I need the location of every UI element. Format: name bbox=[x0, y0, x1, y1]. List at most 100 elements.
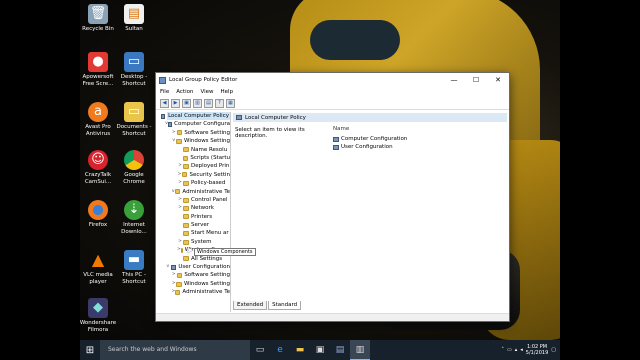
window-title: Local Group Policy Editor bbox=[169, 77, 238, 83]
tree-node[interactable]: Printers bbox=[159, 213, 230, 221]
volume-icon[interactable]: ◂ bbox=[520, 347, 523, 353]
details-list: Name Computer Configuration User Configu… bbox=[333, 126, 407, 151]
folder-icon bbox=[183, 231, 189, 237]
desktop-icon-this-pc[interactable]: ▬ This PC - Shortcut bbox=[114, 250, 154, 285]
tree-node[interactable]: > Policy-based bbox=[159, 179, 230, 187]
tree-node-label: Network bbox=[191, 205, 214, 212]
desktop-icon-apowersoft[interactable]: ● Apowersoft Free Scre... bbox=[78, 52, 118, 87]
app-icon[interactable]: ▤ bbox=[330, 340, 350, 360]
clock[interactable]: 1:02 PM 5/1/2019 bbox=[526, 344, 548, 356]
tab-extended[interactable]: Extended bbox=[233, 301, 268, 310]
network-icon[interactable]: ▴ bbox=[515, 347, 518, 353]
tree-node-label: Security Settin bbox=[189, 171, 230, 178]
file-explorer-icon[interactable]: ▬ bbox=[290, 340, 310, 360]
tree-node[interactable]: > System bbox=[159, 238, 230, 246]
show-hide-tree-icon[interactable]: ▥ bbox=[193, 98, 202, 108]
menu-action[interactable]: Action bbox=[176, 89, 193, 95]
view-tabs: Extended Standard bbox=[233, 301, 302, 310]
computer-icon bbox=[333, 136, 339, 142]
notifications-icon[interactable]: ▢ bbox=[551, 347, 556, 353]
minimize-button[interactable]: — bbox=[443, 73, 465, 87]
tree-node[interactable]: > Control Panel bbox=[159, 196, 230, 204]
desktop-icon-idm[interactable]: ⇣ Internet Downlo... bbox=[114, 200, 154, 235]
battery-icon[interactable]: ▭ bbox=[507, 347, 512, 353]
start-button[interactable]: ⊞ bbox=[80, 345, 100, 356]
folder-icon bbox=[180, 247, 183, 253]
desktop-icon-crazytalk[interactable]: ☺ CrazyTalk CamSui... bbox=[78, 150, 118, 185]
folder-icon bbox=[175, 289, 181, 295]
tree-node[interactable]: > Software Setting bbox=[159, 271, 230, 279]
close-button[interactable]: ✕ bbox=[487, 73, 509, 87]
forward-icon[interactable]: ▶ bbox=[171, 98, 180, 108]
desktop-icon-label: CrazyTalk CamSui... bbox=[84, 172, 112, 185]
menu-file[interactable]: File bbox=[160, 89, 169, 95]
tree-node-label: Deployed Prin bbox=[191, 163, 230, 170]
edge-icon[interactable]: e bbox=[270, 340, 290, 360]
tree-node[interactable]: Scripts (Startu bbox=[159, 154, 230, 162]
tree-node[interactable]: Server bbox=[159, 221, 230, 229]
tree-node-label: Server bbox=[191, 222, 210, 229]
store-icon[interactable]: ▣ bbox=[310, 340, 330, 360]
idm-icon: ⇣ bbox=[124, 200, 144, 220]
desktop-icon-vlc[interactable]: ▲ VLC media player bbox=[78, 250, 118, 285]
desktop-icon-desktop-shortcut[interactable]: ▭ Desktop - Shortcut bbox=[114, 52, 154, 87]
vlc-icon: ▲ bbox=[91, 250, 105, 269]
app-icon bbox=[159, 76, 166, 84]
tree-node[interactable]: > Software Setting bbox=[159, 129, 230, 137]
desktop-icon-label: Desktop - Shortcut bbox=[120, 74, 148, 87]
export-list-icon[interactable]: ▤ bbox=[204, 98, 213, 108]
mouse-cursor-icon: ➤ bbox=[186, 246, 194, 256]
desktop-icon-avast[interactable]: a Avast Pro Antivirus bbox=[78, 102, 118, 137]
computer-icon: ▬ bbox=[124, 250, 144, 270]
tree-node-label: Policy-based bbox=[191, 180, 226, 187]
tree-node[interactable]: v User Configuration bbox=[159, 263, 230, 271]
tab-standard[interactable]: Standard bbox=[268, 301, 302, 310]
tree-node[interactable]: > Windows Setting bbox=[159, 280, 230, 288]
list-item-label: Computer Configuration bbox=[341, 136, 408, 142]
tree-node-label: Computer Configura bbox=[174, 121, 230, 128]
tree-node-label: Printers bbox=[191, 213, 213, 220]
tree-node[interactable]: v Computer Configura bbox=[159, 120, 230, 128]
tree-node[interactable]: v Windows Setting bbox=[159, 137, 230, 145]
tree-node[interactable]: Local Computer Policy bbox=[159, 112, 230, 121]
chevron-right-icon[interactable]: > bbox=[171, 271, 177, 279]
list-item[interactable]: User Configuration bbox=[333, 143, 407, 151]
maximize-button[interactable]: ☐ bbox=[465, 73, 487, 87]
folder-icon bbox=[183, 197, 189, 203]
tree-node[interactable]: > Security Settin bbox=[159, 171, 230, 179]
tree-node[interactable]: > Network bbox=[159, 204, 230, 212]
back-icon[interactable]: ◀ bbox=[160, 98, 169, 108]
tree-node[interactable]: Name Resolu bbox=[159, 146, 230, 154]
menu-view[interactable]: View bbox=[200, 89, 213, 95]
folder-icon: ▭ bbox=[124, 52, 144, 72]
desktop-icon-recycle-bin[interactable]: 🗑 Recycle Bin bbox=[78, 4, 118, 33]
up-folder-icon[interactable]: ▣ bbox=[182, 98, 191, 108]
list-item[interactable]: Computer Configuration bbox=[333, 135, 407, 143]
desktop-icon-chrome[interactable]: Google Chrome bbox=[114, 150, 154, 185]
tree-node[interactable]: v Administrative Te bbox=[159, 188, 230, 196]
desktop-icon-label: VLC media player bbox=[83, 272, 113, 285]
properties-icon[interactable]: ▦ bbox=[226, 98, 235, 108]
desktop-icon-firefox[interactable]: Firefox bbox=[78, 200, 118, 229]
taskbar-search-input[interactable]: Search the web and Windows bbox=[100, 340, 250, 360]
help-icon[interactable]: ? bbox=[215, 98, 224, 108]
chevron-right-icon[interactable]: > bbox=[171, 129, 177, 137]
tooltip: Windows Components bbox=[194, 248, 256, 256]
task-view-icon[interactable]: ▭ bbox=[250, 340, 270, 360]
tree-node[interactable]: Start Menu ar bbox=[159, 229, 230, 237]
desktop-icon-filmora[interactable]: ◆ Wondershare Filmora bbox=[78, 298, 118, 333]
title-bar[interactable]: Local Group Policy Editor — ☐ ✕ bbox=[156, 73, 509, 87]
tree-node-label: Local Computer Policy bbox=[167, 112, 230, 121]
tree-node[interactable]: > Deployed Prin bbox=[159, 162, 230, 170]
desktop-icon-documents-shortcut[interactable]: ▭ Documents - Shortcut bbox=[114, 102, 154, 137]
desktop-icon-sultan[interactable]: ▤ Sultan bbox=[114, 4, 154, 33]
chevron-up-icon[interactable]: ˄ bbox=[502, 347, 505, 353]
menu-help[interactable]: Help bbox=[221, 89, 234, 95]
tree-node[interactable]: > Administrative Te bbox=[159, 288, 230, 296]
column-header-name[interactable]: Name bbox=[333, 126, 407, 132]
folder-icon bbox=[183, 214, 189, 220]
folder-icon bbox=[183, 222, 189, 228]
details-pane: Local Computer Policy Select an item to … bbox=[233, 113, 507, 311]
item-description: Select an item to view its description. bbox=[235, 127, 305, 139]
group-policy-taskbar-icon[interactable]: ▥ bbox=[350, 340, 370, 360]
